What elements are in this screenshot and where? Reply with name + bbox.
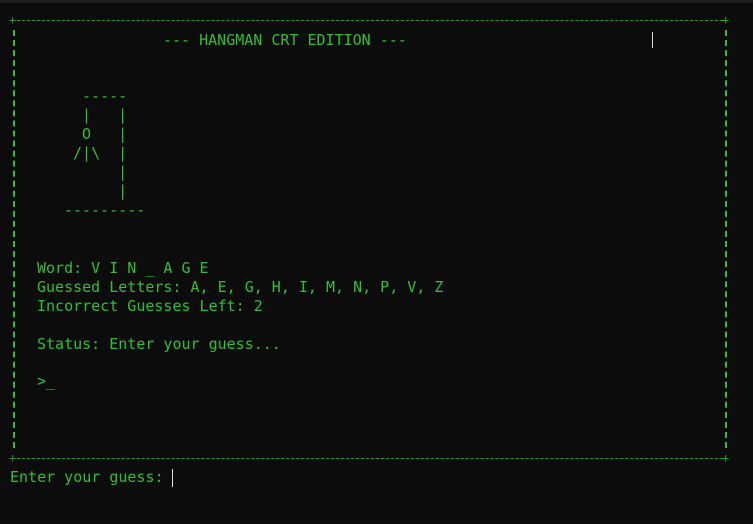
frame-corner-bottom-right: +: [722, 451, 730, 465]
guessed-letters: Guessed Letters: A, E, G, H, I, M, N, P,…: [37, 278, 444, 296]
frame-corner-top-left: +: [9, 13, 17, 27]
guess-input[interactable]: [172, 469, 192, 487]
frame-bottom-border: [12, 458, 728, 459]
frame-corner-top-right: +: [722, 13, 730, 27]
status-message: Status: Enter your guess...: [37, 335, 281, 353]
game-prompt: >_: [37, 372, 56, 390]
word-display: Word: V I N _ A G E: [37, 259, 209, 277]
incorrect-guesses-left: Incorrect Guesses Left: 2: [37, 297, 263, 315]
game-title: --- HANGMAN CRT EDITION ---: [163, 31, 407, 49]
frame-top-border: [12, 20, 728, 21]
input-cursor: [172, 469, 173, 487]
frame-corner-bottom-left: +: [9, 451, 17, 465]
frame-right-border: [725, 30, 727, 448]
hangman-gallows-art: ----- | | O | /|\ | | | ---------: [64, 87, 146, 219]
text-caret: [652, 32, 653, 48]
terminal-window: + + --- HANGMAN CRT EDITION --- ----- | …: [0, 0, 753, 524]
guess-input-label: Enter your guess:: [10, 468, 164, 486]
frame-left-border: [13, 30, 15, 448]
window-top-edge: [0, 0, 753, 3]
